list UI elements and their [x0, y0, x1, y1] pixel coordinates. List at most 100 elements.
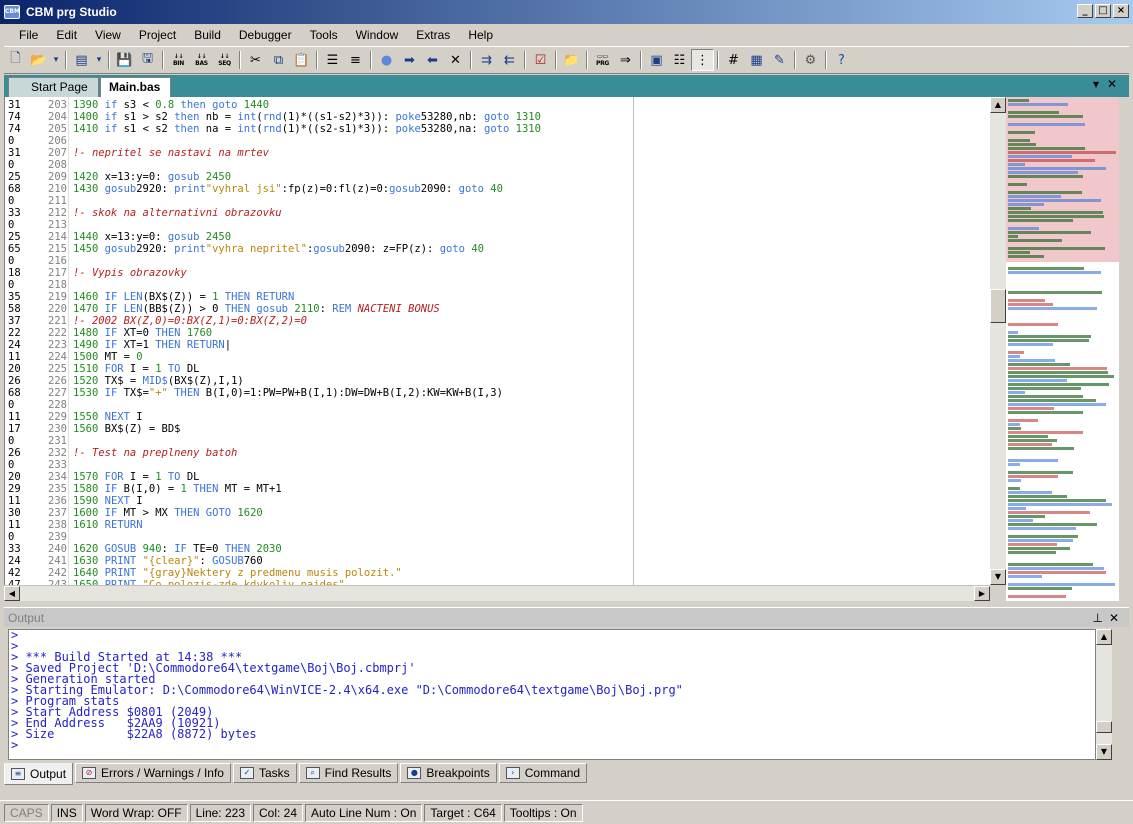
menu-window[interactable]: Window [347, 28, 408, 42]
code-line[interactable]: 1430 gosub2920: print"vyhral jsi":fp(z)=… [73, 183, 503, 195]
code-line[interactable]: !- Test na preplneny batoh [73, 447, 237, 459]
code-line[interactable]: 1620 GOSUB 940: IF TE=0 THEN 2030 [73, 543, 282, 555]
code-line[interactable]: 1480 IF XT=0 THEN 1760 [73, 327, 212, 339]
scroll-thumb[interactable] [990, 289, 1006, 323]
code-line[interactable]: 1630 PRINT "{clear}": GOSUB760 [73, 555, 263, 567]
output-scroll-up-icon[interactable]: ▲ [1096, 629, 1112, 645]
code-line[interactable]: 1400 if s1 > s2 then nb = int(rnd(1)*((s… [73, 111, 541, 123]
code-line[interactable]: 1390 if s3 < 0.8 then goto 1440 [73, 99, 269, 111]
code-line[interactable]: !- nepritel se nastavi na mrtev [73, 147, 269, 159]
open-folder-icon[interactable]: 📂 [27, 49, 50, 71]
menu-view[interactable]: View [86, 28, 130, 42]
grid-icon[interactable]: # [722, 49, 745, 71]
menu-project[interactable]: Project [130, 28, 185, 42]
paste-icon[interactable]: 📋 [290, 49, 313, 71]
code-line[interactable]: 1490 IF XT=1 THEN RETURN| [73, 339, 231, 351]
build-seq-icon[interactable]: ↓↓ SEQ [213, 49, 236, 71]
tab-tasks[interactable]: ✓ Tasks [232, 763, 297, 783]
tab-breakpoints[interactable]: ● Breakpoints [400, 763, 497, 783]
sprite-editor-icon[interactable]: ▦ [745, 49, 768, 71]
menu-edit[interactable]: Edit [47, 28, 86, 42]
code-line[interactable]: 1610 RETURN [73, 519, 143, 531]
code-line[interactable]: 1590 NEXT I [73, 495, 143, 507]
maximize-button[interactable]: □ [1095, 4, 1111, 18]
monitor-icon[interactable]: ▣ [645, 49, 668, 71]
tab-list-dropdown-icon[interactable]: ▾ [1093, 77, 1099, 91]
scroll-down-icon[interactable]: ▼ [990, 569, 1006, 585]
run-icon[interactable]: ⇒ [614, 49, 637, 71]
tab-start-page[interactable]: Start Page [8, 77, 99, 97]
new-file-icon[interactable]: 🗋 [4, 49, 27, 71]
save-icon[interactable]: 💾 [113, 49, 136, 71]
code-line[interactable]: 1500 MT = 0 [73, 351, 143, 363]
delete-icon[interactable]: ✕ [444, 49, 467, 71]
tab-errors-warnings-info[interactable]: ⊘ Errors / Warnings / Info [75, 763, 231, 783]
code-line[interactable]: 1410 if s1 < s2 then na = int(rnd(1)*((s… [73, 123, 541, 135]
menu-debugger[interactable]: Debugger [230, 28, 301, 42]
code-line[interactable]: 1470 IF LEN(BB$(Z)) > 0 THEN gosub 2110:… [73, 303, 440, 315]
settings-gear-icon[interactable]: ⚙ [799, 49, 822, 71]
code-line[interactable]: 1520 TX$ = MID$(BX$(Z),I,1) [73, 375, 244, 387]
minimap-splitter[interactable] [1119, 97, 1129, 601]
menu-help[interactable]: Help [459, 28, 502, 42]
arrow-left-icon[interactable]: ⬅ [421, 49, 444, 71]
code-line[interactable]: 1550 NEXT I [73, 411, 143, 423]
outdent-icon[interactable]: ≡ [344, 49, 367, 71]
menu-extras[interactable]: Extras [407, 28, 459, 42]
dropdown-arrow-icon[interactable]: ▾ [50, 49, 62, 71]
code-editor[interactable]: 31 203 74 204 74 205 0 206 31 207 0 208 25 209 68 210 0 2… [4, 97, 990, 585]
indent-icon[interactable]: ☰ [321, 49, 344, 71]
output-log[interactable]: > > > *** Build Started at 14:38 *** > Sav… [8, 629, 1096, 760]
output-scroll-down-icon[interactable]: ▼ [1096, 744, 1112, 760]
code-line[interactable]: 1530 IF TX$="+" THEN B(I,0)=1:PW=PW+B(I,… [73, 387, 503, 399]
code-line[interactable]: !- Vypis obrazovky [73, 267, 187, 279]
code-line[interactable]: 1440 x=13:y=0: gosub 2450 [73, 231, 231, 243]
code-line[interactable]: 1640 PRINT "{gray}Nektery z predmenu mus… [73, 567, 402, 579]
goto-left-icon[interactable]: ⇇ [498, 49, 521, 71]
build-bas-icon[interactable]: ↓↓ BAS [190, 49, 213, 71]
editor-horizontal-scrollbar[interactable]: ◀ ▶ [4, 585, 990, 601]
open-project-icon[interactable]: 📁 [560, 49, 583, 71]
code-line[interactable]: !- skok na alternativni obrazovku [73, 207, 282, 219]
scroll-right-icon[interactable]: ▶ [974, 586, 990, 601]
tab-command[interactable]: › Command [498, 763, 588, 783]
close-panel-icon[interactable]: ✕ [1109, 608, 1119, 628]
copy-icon[interactable]: ⧉ [267, 49, 290, 71]
tab-output[interactable]: ≡ Output [4, 763, 74, 785]
goto-right-icon[interactable]: ⇉ [475, 49, 498, 71]
minimize-button[interactable]: _ [1077, 4, 1093, 18]
pin-icon[interactable]: ⊥ [1093, 608, 1103, 628]
code-minimap[interactable] [1006, 97, 1119, 601]
add-item-icon[interactable]: ▤ [70, 49, 93, 71]
tab-find-results[interactable]: ⌕ Find Results [298, 763, 399, 783]
line-numbers-icon[interactable]: ⋮ [691, 49, 714, 71]
cut-icon[interactable]: ✂ [244, 49, 267, 71]
build-prg-icon[interactable]: ▭▭ PRG [591, 49, 614, 71]
code-line[interactable]: !- 2002 BX(Z,0)=0:BX(Z,1)=0:BX(Z,2)=0 [73, 315, 307, 327]
tab-main-bas[interactable]: Main.bas [100, 77, 172, 97]
scroll-left-icon[interactable]: ◀ [4, 586, 20, 601]
menu-file[interactable]: File [10, 28, 47, 42]
code-line[interactable]: 1460 IF LEN(BX$(Z)) = 1 THEN RETURN [73, 291, 294, 303]
code-line[interactable]: 1560 BX$(Z) = BD$ [73, 423, 180, 435]
save-all-icon[interactable]: 🖫 [136, 49, 159, 71]
output-vertical-scrollbar[interactable]: ▲ ▼ [1096, 629, 1112, 760]
code-line[interactable]: 1570 FOR I = 1 TO DL [73, 471, 199, 483]
code-line[interactable]: 1510 FOR I = 1 TO DL [73, 363, 199, 375]
breakpoint-icon[interactable]: ● [375, 49, 398, 71]
scroll-up-icon[interactable]: ▲ [990, 97, 1006, 113]
close-button[interactable]: × [1113, 4, 1129, 18]
arrow-right-icon[interactable]: ➡ [398, 49, 421, 71]
code-line[interactable]: 1450 gosub2920: print"vyhra nepritel":go… [73, 243, 484, 255]
build-bin-icon[interactable]: ↓↓ BIN [167, 49, 190, 71]
dropdown-arrow-icon[interactable]: ▾ [93, 49, 105, 71]
code-line[interactable]: 1420 x=13:y=0: gosub 2450 [73, 171, 231, 183]
output-scroll-thumb[interactable] [1096, 721, 1112, 733]
help-icon[interactable]: ? [830, 49, 853, 71]
list-icon[interactable]: ☷ [668, 49, 691, 71]
menu-tools[interactable]: Tools [301, 28, 347, 42]
code-area[interactable]: 1390 if s3 < 0.8 then goto 1440 1400 if s… [69, 97, 990, 585]
close-tab-icon[interactable]: ✕ [1107, 77, 1117, 91]
menu-build[interactable]: Build [185, 28, 230, 42]
code-line[interactable]: 1580 IF B(I,0) = 1 THEN MT = MT+1 [73, 483, 282, 495]
